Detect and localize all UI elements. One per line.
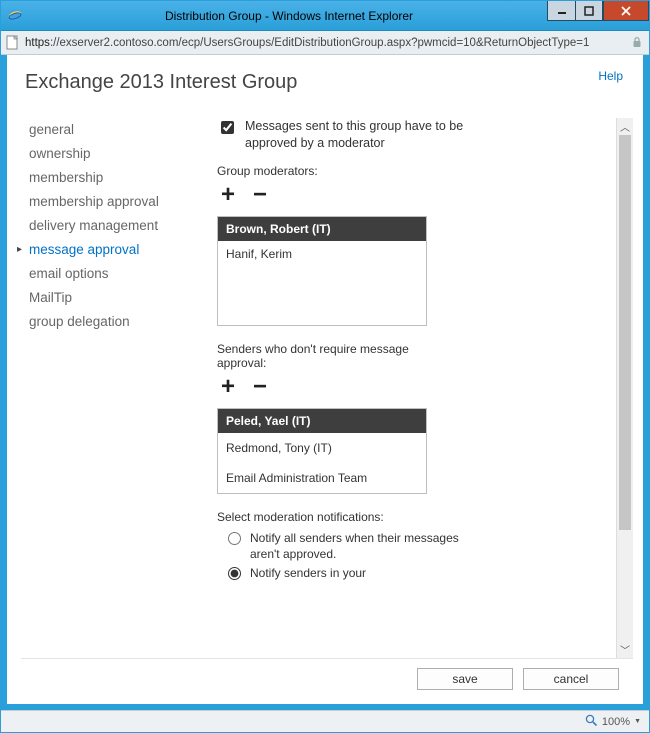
moderators-add-icon[interactable]: +: [217, 184, 239, 206]
bypass-remove-icon[interactable]: −: [249, 376, 271, 398]
moderation-checkbox-label: Messages sent to this group have to be a…: [245, 118, 465, 152]
nav-ownership[interactable]: ownership: [21, 142, 211, 166]
url-text[interactable]: https://exserver2.contoso.com/ecp/UsersG…: [25, 33, 627, 53]
vertical-scrollbar[interactable]: ︿ ﹀: [616, 118, 633, 658]
nav-membership-approval[interactable]: membership approval: [21, 190, 211, 214]
close-button[interactable]: [603, 1, 649, 21]
titlebar: Distribution Group - Windows Internet Ex…: [1, 1, 649, 31]
notify-internal-radio[interactable]: [228, 567, 241, 580]
page-icon: [5, 35, 21, 51]
notifications-radio-group: Notify all senders when their messages a…: [217, 530, 611, 581]
button-bar: save cancel: [21, 658, 633, 698]
window-title: Distribution Group - Windows Internet Ex…: [29, 9, 549, 23]
moderation-checkbox[interactable]: [221, 121, 234, 134]
nav-group-delegation[interactable]: group delegation: [21, 310, 211, 334]
nav-delivery-management[interactable]: delivery management: [21, 214, 211, 238]
save-button[interactable]: save: [417, 668, 513, 690]
notify-internal-label: Notify senders in your: [250, 565, 366, 581]
moderators-label: Group moderators:: [217, 164, 611, 178]
notify-all-label: Notify all senders when their messages a…: [250, 530, 460, 562]
moderators-remove-icon[interactable]: −: [249, 184, 271, 206]
cancel-button[interactable]: cancel: [523, 668, 619, 690]
app-window: Distribution Group - Windows Internet Ex…: [0, 0, 650, 733]
list-item[interactable]: Email Administration Team: [218, 463, 426, 493]
ie-icon: [7, 8, 23, 24]
scroll-thumb[interactable]: [619, 135, 631, 530]
client-area: Help Exchange 2013 Interest Group genera…: [1, 55, 649, 710]
status-bar: 100% ▼: [1, 710, 649, 732]
bypass-list[interactable]: Peled, Yael (IT) Redmond, Tony (IT) Emai…: [217, 408, 427, 494]
list-item[interactable]: Hanif, Kerim: [218, 241, 426, 267]
nav-mailtip[interactable]: MailTip: [21, 286, 211, 310]
nav-message-approval[interactable]: message approval: [21, 238, 211, 262]
scroll-up-arrow[interactable]: ︿: [617, 118, 633, 135]
address-bar: https://exserver2.contoso.com/ecp/UsersG…: [1, 31, 649, 55]
page-title: Exchange 2013 Interest Group: [25, 71, 633, 94]
nav-email-options[interactable]: email options: [21, 262, 211, 286]
bypass-toolbar: + −: [217, 376, 611, 398]
notifications-label: Select moderation notifications:: [217, 510, 611, 524]
nav-general[interactable]: general: [21, 118, 211, 142]
notify-all-radio[interactable]: [228, 532, 241, 545]
side-nav: general ownership membership membership …: [21, 118, 211, 658]
bypass-label: Senders who don't require message approv…: [217, 342, 427, 370]
moderators-list[interactable]: Brown, Robert (IT) Hanif, Kerim: [217, 216, 427, 326]
list-item[interactable]: Redmond, Tony (IT): [218, 433, 426, 463]
url-scheme: https: [25, 37, 50, 49]
minimize-button[interactable]: [547, 1, 575, 21]
nav-membership[interactable]: membership: [21, 166, 211, 190]
bypass-selected[interactable]: Peled, Yael (IT): [218, 409, 426, 433]
lock-icon: [631, 36, 645, 50]
moderators-toolbar: + −: [217, 184, 611, 206]
moderators-selected[interactable]: Brown, Robert (IT): [218, 217, 426, 241]
bypass-add-icon[interactable]: +: [217, 376, 239, 398]
zoom-value[interactable]: 100%: [602, 716, 630, 728]
maximize-button[interactable]: [575, 1, 603, 21]
help-link[interactable]: Help: [598, 69, 623, 83]
zoom-dropdown-icon[interactable]: ▼: [634, 718, 641, 725]
zoom-icon[interactable]: [585, 714, 598, 730]
scroll-track[interactable]: [617, 135, 633, 641]
main-panel: Messages sent to this group have to be a…: [217, 118, 633, 658]
window-controls: [547, 1, 649, 21]
scroll-down-arrow[interactable]: ﹀: [617, 641, 633, 658]
url-path: ://exserver2.contoso.com/ecp/UsersGroups…: [50, 37, 589, 49]
